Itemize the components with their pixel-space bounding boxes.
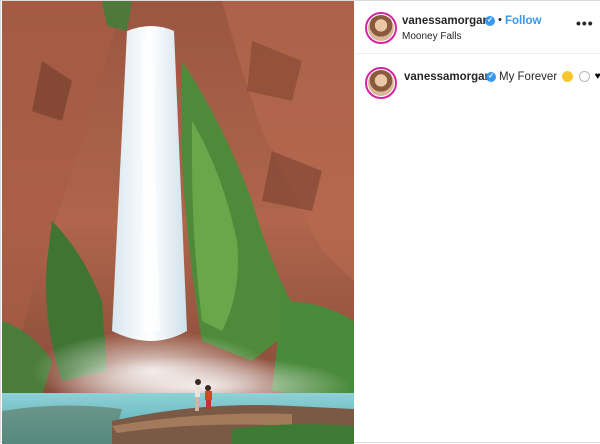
post-sidebar: vanessamorgan ✓ • Follow Mooney Falls ••… (355, 1, 600, 442)
location-link[interactable]: Mooney Falls (402, 31, 461, 42)
avatar[interactable] (365, 12, 397, 44)
verified-badge-icon: ✓ (485, 16, 495, 26)
separator-dot: • (498, 14, 502, 26)
caption: My Forever ♥ (499, 71, 600, 83)
instagram-post: vanessamorgan ✓ • Follow Mooney Falls ••… (0, 0, 600, 444)
username-link[interactable]: vanessamorgan (402, 15, 490, 27)
post-header: vanessamorgan ✓ • Follow Mooney Falls ••… (355, 1, 600, 54)
caption-avatar[interactable] (365, 67, 397, 99)
person-figure (195, 385, 200, 397)
ring-emoji (578, 71, 590, 82)
person-figure (205, 391, 212, 400)
caption-username-link[interactable]: vanessamorgan (404, 71, 492, 83)
waterfall-photo (2, 1, 354, 444)
caption-text: My Forever (499, 71, 558, 83)
more-options-icon[interactable]: ••• (576, 15, 594, 31)
follow-button[interactable]: Follow (505, 15, 541, 27)
person-figure (195, 397, 199, 411)
crying-laughing-face-emoji (562, 71, 574, 82)
post-photo[interactable] (2, 1, 354, 444)
black-heart-emoji: ♥ (594, 71, 600, 83)
caption-verified-badge-icon: ✓ (486, 72, 496, 82)
